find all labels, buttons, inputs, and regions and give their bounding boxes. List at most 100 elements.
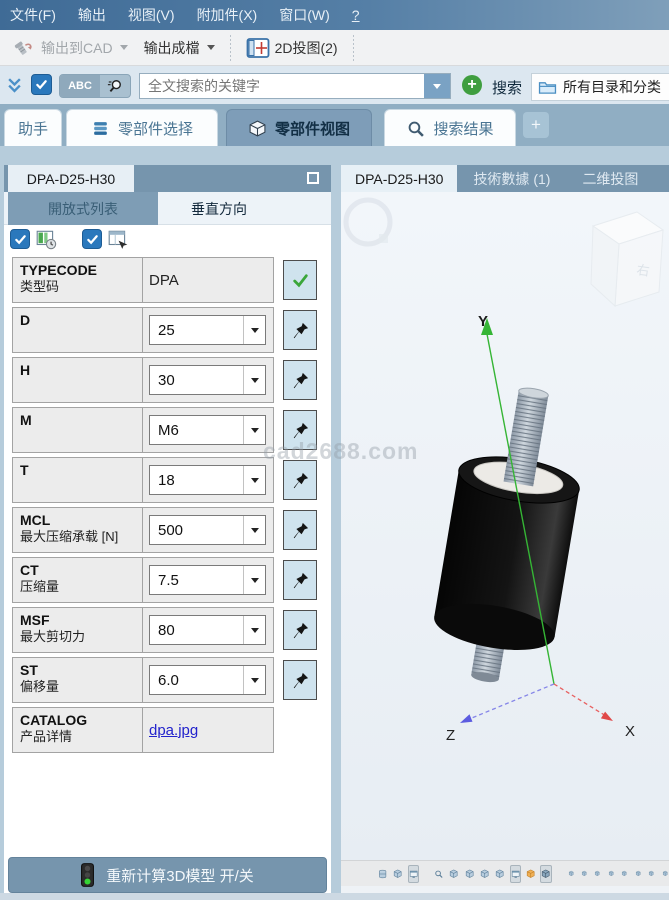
param-ct-pin-button[interactable]: [283, 560, 317, 600]
box-icon: [248, 119, 267, 138]
param-t-dropdown[interactable]: 18: [149, 465, 266, 495]
parameter-table: TYPECODE 类型码 DPA D 25: [12, 257, 322, 757]
dropdown-arrow-icon[interactable]: [243, 316, 265, 344]
view-front-icon[interactable]: [567, 867, 575, 880]
rotate-icon[interactable]: [464, 865, 475, 883]
menu-item-output[interactable]: 输出: [78, 5, 106, 25]
tab-part-selection[interactable]: 零部件选择: [66, 109, 218, 146]
menu-item-help[interactable]: ?: [352, 7, 360, 23]
maximize-icon[interactable]: [307, 172, 319, 184]
add-tab-button[interactable]: +: [523, 112, 549, 138]
dropdown-arrow-icon[interactable]: [243, 366, 265, 394]
param-h-dropdown[interactable]: 30: [149, 365, 266, 395]
shaded-box-icon[interactable]: [525, 865, 536, 883]
menu-item-addons[interactable]: 附加件(X): [197, 5, 258, 25]
view-iso2-icon[interactable]: [661, 867, 669, 880]
collapse-chevrons-icon[interactable]: [7, 77, 22, 94]
view-tab-2d-projection[interactable]: 二维投图: [566, 165, 654, 192]
dropdown-arrow-icon[interactable]: [243, 466, 265, 494]
search-mode-toggle[interactable]: ABC: [59, 74, 131, 98]
menu-item-view[interactable]: 视图(V): [128, 5, 175, 25]
x-axis: [554, 684, 606, 716]
param-h-pin-button[interactable]: [283, 360, 317, 400]
param-mcl-dropdown[interactable]: 500: [149, 515, 266, 545]
fulltext-search-mode-icon[interactable]: [100, 75, 130, 97]
export-to-cad-button[interactable]: 输出到CAD: [4, 34, 136, 62]
search-input[interactable]: [139, 73, 451, 99]
viewport-toolbar: [341, 860, 669, 886]
export-to-file-button[interactable]: 输出成檔: [136, 35, 223, 61]
model-tree-icon[interactable]: [377, 865, 388, 883]
search-enable-checkbox[interactable]: [31, 74, 52, 95]
panel-splitter[interactable]: [331, 165, 341, 893]
fit-screen-icon[interactable]: [510, 865, 521, 883]
param-t-pin-button[interactable]: [283, 460, 317, 500]
view-top-icon[interactable]: [620, 867, 628, 880]
view-left-icon[interactable]: [593, 867, 601, 880]
param-msf-pin-button[interactable]: [283, 610, 317, 650]
navigation-cube[interactable]: 右: [591, 212, 663, 306]
view-tab-tech-data[interactable]: 技術數據 (1): [457, 165, 566, 192]
search-history-dropdown[interactable]: [424, 74, 450, 98]
panel-title-tab[interactable]: DPA-D25-H30: [8, 165, 134, 192]
recalculate-3d-label: 重新计算3D模型 开/关: [106, 865, 254, 886]
table-options-row: [4, 225, 331, 255]
param-msf-dropdown[interactable]: 80: [149, 615, 266, 645]
param-d-dropdown[interactable]: 25: [149, 315, 266, 345]
tab-part-view[interactable]: 零部件视图: [226, 109, 372, 146]
select-box-icon[interactable]: [479, 865, 490, 883]
view-bottom-icon[interactable]: [634, 867, 642, 880]
param-m-pin-button[interactable]: [283, 410, 317, 450]
dropdown-arrow-icon[interactable]: [243, 416, 265, 444]
main-tab-bar: + 助手 零部件选择 零部件视图 搜索结果: [0, 104, 669, 146]
z-axis: [467, 684, 554, 720]
abc-text-mode-button[interactable]: ABC: [60, 75, 100, 97]
catalog-link-dpa.jpg[interactable]: dpa.jpg: [149, 722, 198, 739]
menu-item-window[interactable]: 窗口(W): [279, 5, 330, 25]
tab-search-results[interactable]: 搜索结果: [384, 109, 516, 146]
toolbar-separator: [229, 35, 232, 61]
zoom-icon[interactable]: [433, 865, 444, 883]
add-search-term-button[interactable]: +: [462, 75, 482, 95]
part-view-panel: DPA-D25-H30技術數據 (1)二维投图: [341, 165, 669, 893]
2d-projection-button[interactable]: 2D投图(2): [238, 34, 346, 62]
window-view-icon[interactable]: [408, 865, 419, 883]
toolbar: 输出到CAD 输出成檔 2D投图(2): [0, 30, 669, 66]
menu-item-file[interactable]: 文件(F): [10, 5, 56, 25]
search-scope-selector[interactable]: 所有目录和分类: [531, 73, 669, 101]
2d-projection-label: 2D投图(2): [275, 38, 338, 58]
param-typecode-confirm-button[interactable]: [283, 260, 317, 300]
3d-viewport[interactable]: 右: [341, 192, 669, 860]
part-3d-model[interactable]: [425, 379, 594, 692]
view-tab-bar: DPA-D25-H30技術數據 (1)二维投图: [341, 165, 669, 192]
param-row-d: D 25: [12, 307, 322, 353]
dropdown-arrow-icon[interactable]: [243, 666, 265, 694]
dropdown-arrow-icon[interactable]: [243, 516, 265, 544]
dropdown-arrow-icon[interactable]: [243, 616, 265, 644]
pan-icon[interactable]: [448, 865, 459, 883]
param-st-pin-button[interactable]: [283, 660, 317, 700]
param-m-dropdown[interactable]: M6: [149, 415, 266, 445]
show-expressions-checkbox[interactable]: [82, 229, 102, 249]
table-history-icon: [35, 228, 57, 250]
param-d-pin-button[interactable]: [283, 310, 317, 350]
tab-open-list[interactable]: 開放式列表: [8, 192, 158, 225]
x-axis-arrow: [601, 712, 613, 721]
view-tab-part-title[interactable]: DPA-D25-H30: [341, 165, 457, 192]
view-back-icon[interactable]: [580, 867, 588, 880]
tab-assistant[interactable]: 助手: [4, 109, 62, 146]
view-right-icon[interactable]: [607, 867, 615, 880]
view-iso-icon[interactable]: [647, 867, 655, 880]
copy-view-icon[interactable]: [392, 865, 403, 883]
export-cad-icon: [12, 37, 36, 59]
dark-box-icon[interactable]: [540, 865, 551, 883]
dropdown-arrow-icon[interactable]: [243, 566, 265, 594]
param-mcl-pin-button[interactable]: [283, 510, 317, 550]
tab-vertical[interactable]: 垂直方向: [158, 192, 280, 225]
param-st-dropdown[interactable]: 6.0: [149, 665, 266, 695]
search-button[interactable]: 搜索: [492, 77, 522, 98]
show-values-checkbox[interactable]: [10, 229, 30, 249]
recalculate-3d-button[interactable]: 重新计算3D模型 开/关: [8, 857, 327, 893]
render-mode-icon[interactable]: [494, 865, 505, 883]
param-ct-dropdown[interactable]: 7.5: [149, 565, 266, 595]
